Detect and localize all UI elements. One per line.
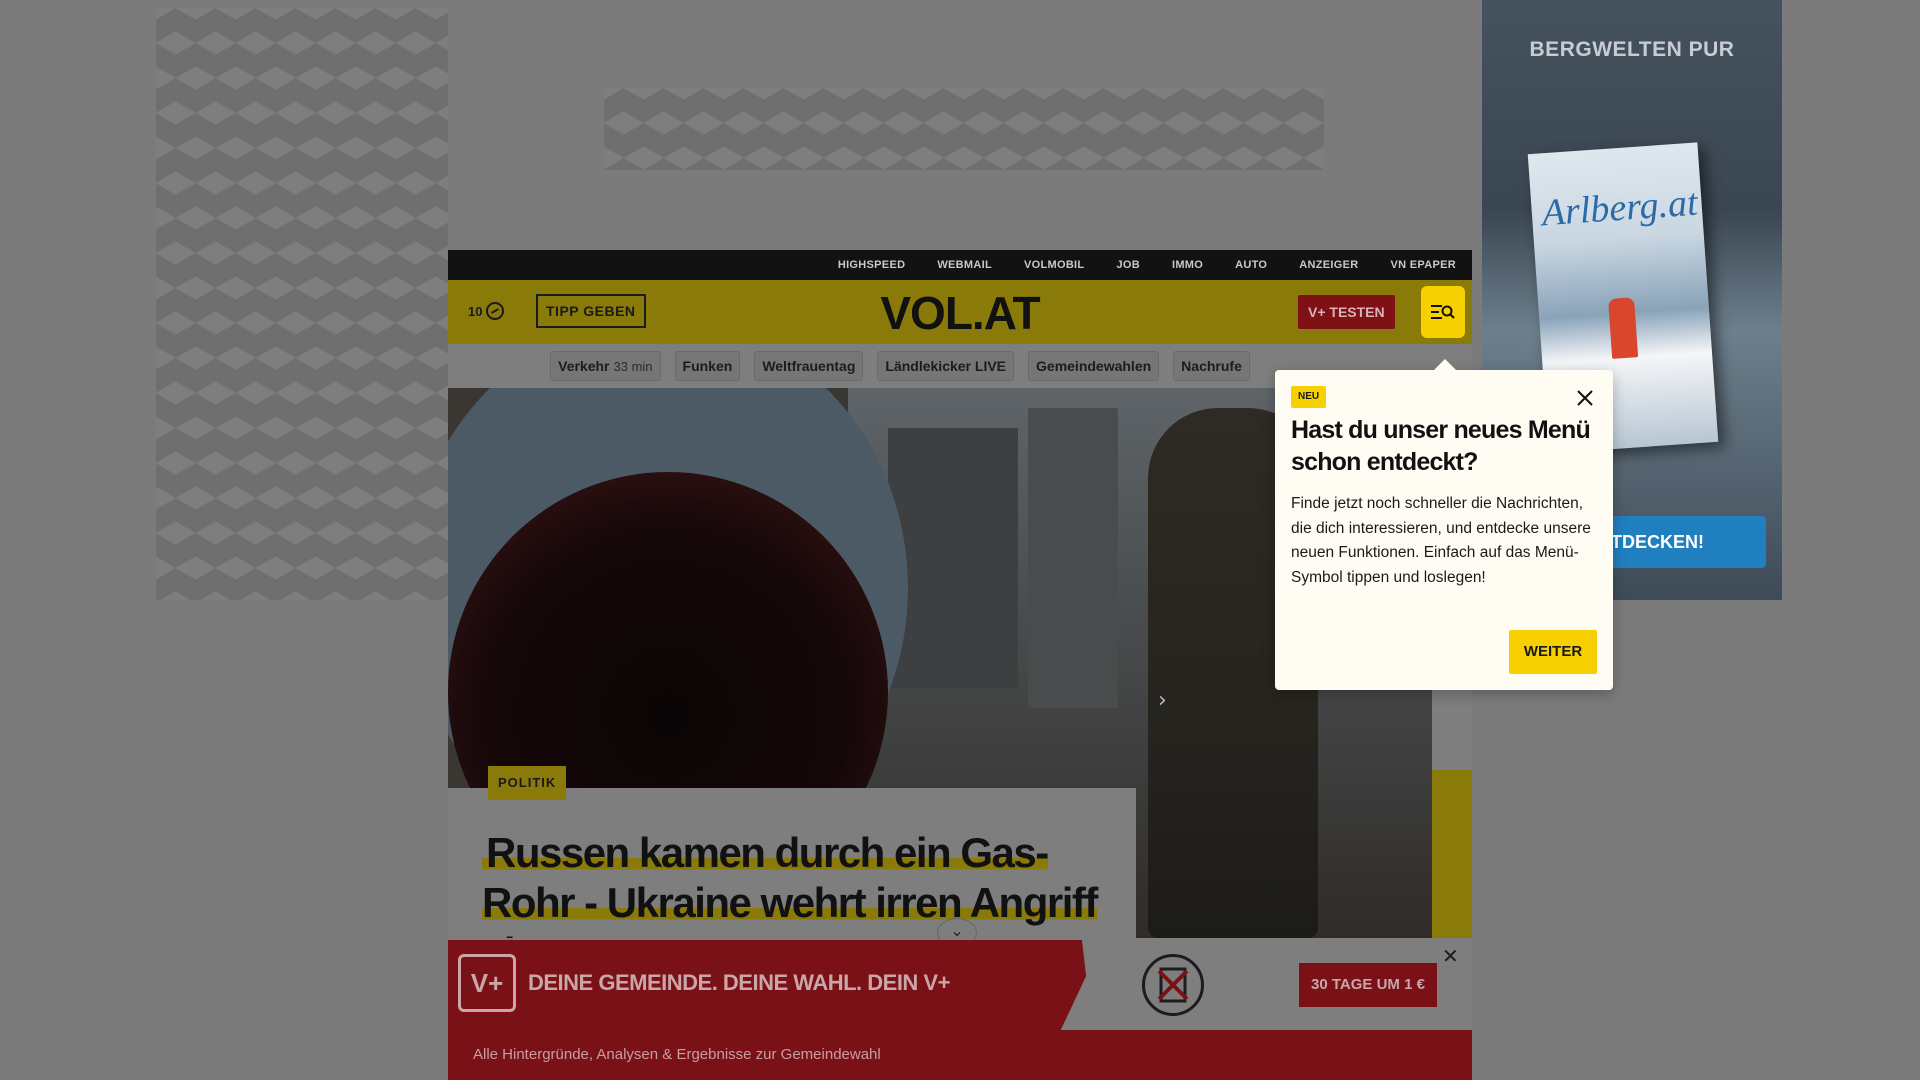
close-x-icon <box>1577 390 1593 406</box>
topic-verkehr[interactable]: Verkehr 33 min <box>550 351 661 381</box>
ad-magazine-title: Arlberg.at <box>1540 181 1699 235</box>
promo-cta-button[interactable]: 30 TAGE UM 1 € <box>1299 963 1437 1007</box>
left-ad-placeholder <box>156 8 448 600</box>
top-ad-placeholder <box>604 88 1324 170</box>
article-headline-text: Russen kamen durch ein Gas-Rohr - Ukrain… <box>482 829 1098 938</box>
popover-text: Finde jetzt noch schneller die Nachricht… <box>1291 495 1591 586</box>
ballot-cross-icon <box>1157 967 1189 1003</box>
vplus-promo-banner[interactable]: V+ DEINE GEMEINDE. DEINE WAHL. DEIN V+ 3… <box>448 940 1472 1080</box>
topic-label: Ländlekicker LIVE <box>885 358 1007 374</box>
article-category-tag[interactable]: POLITIK <box>488 766 567 800</box>
menu-search-icon <box>1431 305 1455 319</box>
top-link-job[interactable]: JOB <box>1100 259 1156 271</box>
top-link-immo[interactable]: IMMO <box>1156 259 1219 271</box>
topic-label: Verkehr <box>558 358 610 374</box>
topic-label: Gemeindewahlen <box>1036 358 1152 374</box>
topic-gemeindewahlen[interactable]: Gemeindewahlen <box>1028 351 1160 381</box>
top-link-anzeiger[interactable]: ANZEIGER <box>1283 259 1374 271</box>
new-badge: NEU <box>1291 386 1327 408</box>
top-link-bar: HIGHSPEED WEBMAIL VOLMOBIL JOB IMMO AUTO… <box>448 250 1472 280</box>
promo-subtitle[interactable]: Alle Hintergründe, Analysen & Ergebnisse… <box>473 1046 881 1063</box>
top-link-vn-epaper[interactable]: VN EPAPER <box>1375 259 1472 271</box>
top-link-volmobil[interactable]: VOLMOBIL <box>1008 259 1100 271</box>
popover-title: Hast du unser neues Menü schon entdeckt? <box>1291 416 1591 476</box>
topic-nachrufe[interactable]: Nachrufe <box>1173 351 1250 381</box>
article-headline[interactable]: Russen kamen durch ein Gas-Rohr - Ukrain… <box>482 828 1102 938</box>
ballot-icon <box>1142 954 1204 1016</box>
close-icon[interactable]: ✕ <box>1442 946 1459 966</box>
close-icon[interactable] <box>1575 388 1595 408</box>
chevron-right-icon[interactable]: › <box>1158 688 1167 713</box>
main-header: 10 TIPP GEBEN VOL.AT V+ TESTEN <box>448 280 1472 344</box>
topic-label: Funken <box>682 358 733 374</box>
hero-building <box>888 428 1018 688</box>
vplus-testen-button[interactable]: V+ TESTEN <box>1298 295 1395 329</box>
topic-sub: 33 min <box>613 359 653 374</box>
topic-laendlekicker[interactable]: Ländlekicker LIVE <box>877 351 1015 381</box>
ad-magazine-figure <box>1608 297 1639 359</box>
top-link-highspeed[interactable]: HIGHSPEED <box>822 259 922 271</box>
hero-accent-strip <box>1432 770 1472 938</box>
topic-weltfrauentag[interactable]: Weltfrauentag <box>754 351 864 381</box>
topic-label: Nachrufe <box>1181 358 1242 374</box>
top-link-webmail[interactable]: WEBMAIL <box>921 259 1008 271</box>
new-menu-popover: NEU Hast du unser neues Menü schon entde… <box>1275 359 1613 690</box>
topic-funken[interactable]: Funken <box>674 351 741 381</box>
topic-label: Weltfrauentag <box>762 358 856 374</box>
vplus-logo: V+ <box>458 954 516 1012</box>
top-link-auto[interactable]: AUTO <box>1219 259 1283 271</box>
promo-headline: DEINE GEMEINDE. DEINE WAHL. DEIN V+ <box>528 970 950 995</box>
article-teaser[interactable]: Russen kamen durch ein Gas-Rohr - Ukrain… <box>448 788 1136 938</box>
weiter-button[interactable]: WEITER <box>1509 630 1597 674</box>
ad-title: BERGWELTEN PUR <box>1529 38 1735 61</box>
hero-building <box>1028 408 1118 708</box>
menu-button[interactable] <box>1421 286 1465 338</box>
